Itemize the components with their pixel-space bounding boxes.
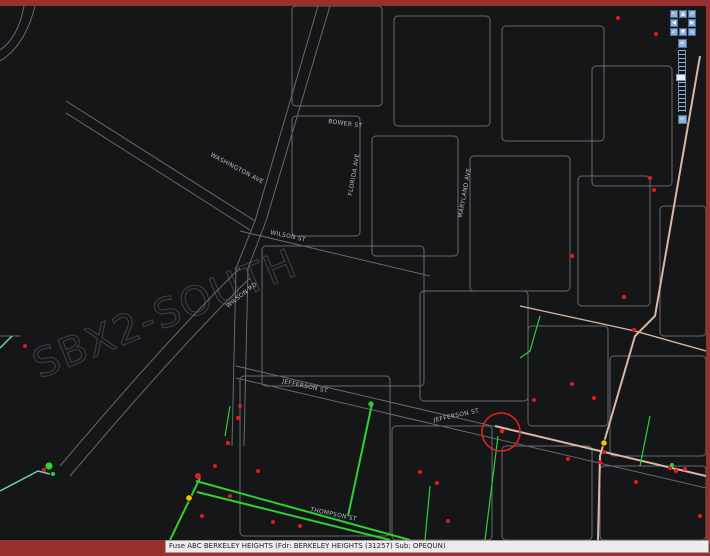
zoom-in-button[interactable]: + (677, 39, 687, 48)
pan-down-icon[interactable]: ▼ (679, 28, 687, 36)
street-label-jefferson-west: JEFFERSON ST (281, 378, 329, 395)
pan-center (679, 19, 687, 27)
green-distribution-lines (169, 315, 651, 540)
pan-up-icon[interactable]: ▲ (679, 10, 687, 18)
pan-up-left-icon[interactable]: ↖ (670, 10, 678, 18)
pan-right-icon[interactable]: ▶ (688, 19, 696, 27)
pan-left-icon[interactable]: ◀ (670, 19, 678, 27)
status-bar: Fuse ABC BERKELEY HEIGHTS (Fdr: BERKELEY… (165, 540, 709, 553)
zoom-slider[interactable] (676, 50, 686, 112)
street-label-wilson: WILSON ST (270, 229, 307, 243)
street-label-florida: FLORIDA AVE (347, 153, 361, 196)
pan-down-left-icon[interactable]: ↙ (670, 28, 678, 36)
zoom-out-button[interactable]: − (677, 115, 687, 124)
main-feeder-line (494, 55, 706, 540)
pan-control: ↖ ▲ ↗ ◀ ▶ ↙ ▼ ↘ (670, 10, 696, 36)
zoom-slider-thumb[interactable] (676, 74, 686, 81)
yellow-device-markers (185, 439, 608, 502)
street-label-washington: WASHINGTON AVE (209, 152, 265, 186)
pan-up-right-icon[interactable]: ↗ (688, 10, 696, 18)
map-viewport[interactable]: SBX2-SOUTH BOWER ST WASHINGTON AVE FLORI… (0, 6, 706, 540)
map-canvas[interactable]: SBX2-SOUTH BOWER ST WASHINGTON AVE FLORI… (0, 6, 706, 540)
street-label-bower: BOWER ST (328, 118, 363, 130)
pan-down-right-icon[interactable]: ↘ (688, 28, 696, 36)
map-navigation-control: ↖ ▲ ↗ ◀ ▶ ↙ ▼ ↘ + − (668, 10, 696, 124)
